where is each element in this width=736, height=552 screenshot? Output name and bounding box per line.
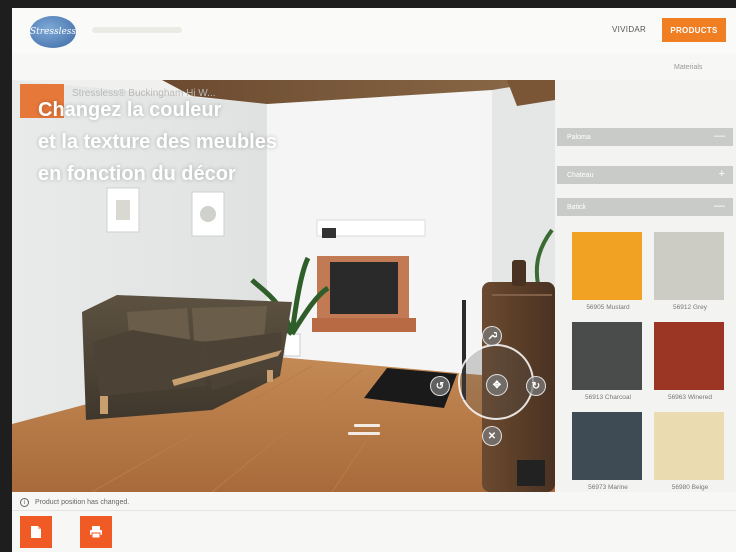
logo-text: Stressless — [29, 27, 77, 37]
swatch-color — [572, 322, 642, 390]
headline-line-1: Changez la couleur — [38, 99, 222, 121]
swatch-beige[interactable]: 56980 Beige — [654, 412, 726, 491]
collapse-icon: — — [714, 130, 725, 142]
status-bar: i Product position has changed. — [20, 498, 129, 507]
move-icon[interactable]: ✥ — [486, 374, 508, 396]
app-window: Stressless VIVIDAR PRODUCTS Materials ↺ … — [12, 8, 736, 552]
breadcrumb — [92, 27, 182, 33]
top-bar: Stressless VIVIDAR PRODUCTS — [12, 8, 736, 54]
headline-line-2: et la texture des meubles — [38, 131, 277, 153]
swatch-color — [654, 412, 724, 480]
materials-panel: Paloma — Chateau + Batick — 56905 Mustar… — [555, 80, 736, 492]
accordion-batick[interactable]: Batick — — [557, 198, 733, 216]
accordion-label: Paloma — [567, 133, 591, 141]
swatch-grey[interactable]: 56912 Grey — [654, 232, 726, 311]
swatch-charcoal[interactable]: 56913 Charcoal — [572, 322, 644, 401]
print-button[interactable] — [80, 516, 112, 548]
info-icon: i — [20, 498, 29, 507]
close-icon[interactable]: ✕ — [482, 426, 502, 446]
swatch-label: 56980 Beige — [671, 484, 709, 491]
swatch-label: 56973 Marine — [588, 484, 628, 491]
rotate-left-icon[interactable]: ↺ — [430, 376, 450, 396]
status-message: Product position has changed. — [35, 499, 130, 506]
divider — [12, 510, 736, 511]
rotate-right-icon[interactable]: ↻ — [526, 376, 546, 396]
swatch-color — [654, 232, 724, 300]
expand-icon: + — [718, 168, 725, 180]
brand-logo[interactable]: Stressless — [30, 16, 76, 48]
document-button[interactable] — [20, 516, 52, 548]
swatch-label: 56963 Winered — [667, 394, 713, 401]
print-icon — [90, 526, 102, 539]
materials-tab[interactable]: Materials — [674, 64, 702, 71]
accordion-chateau[interactable]: Chateau + — [557, 166, 733, 184]
swatch-label: 56905 Mustard — [586, 304, 630, 311]
swatch-color — [572, 412, 642, 480]
swatch-winered[interactable]: 56963 Winered — [654, 322, 726, 401]
headline-line-3: en fonction du décor — [38, 163, 236, 185]
swatch-label: 56912 Grey — [673, 304, 707, 311]
swatch-marine[interactable]: 56973 Marine — [572, 412, 644, 491]
swatch-color — [572, 232, 642, 300]
collapse-icon: — — [714, 200, 725, 212]
accordion-label: Chateau — [567, 171, 594, 179]
nav-products-button[interactable]: PRODUCTS — [662, 18, 726, 42]
accordion-paloma[interactable]: Paloma — — [557, 128, 733, 146]
nav-vividar[interactable]: VIVIDAR — [612, 25, 646, 34]
promo-headline: Changez la couleur et la texture des meu… — [38, 94, 277, 190]
swatch-label: 56913 Charcoal — [585, 394, 631, 401]
document-icon — [31, 526, 41, 538]
swatch-color — [654, 322, 724, 390]
swatch-mustard[interactable]: 56905 Mustard — [572, 232, 644, 311]
accordion-label: Batick — [567, 203, 587, 211]
wrench-icon[interactable] — [482, 326, 502, 346]
